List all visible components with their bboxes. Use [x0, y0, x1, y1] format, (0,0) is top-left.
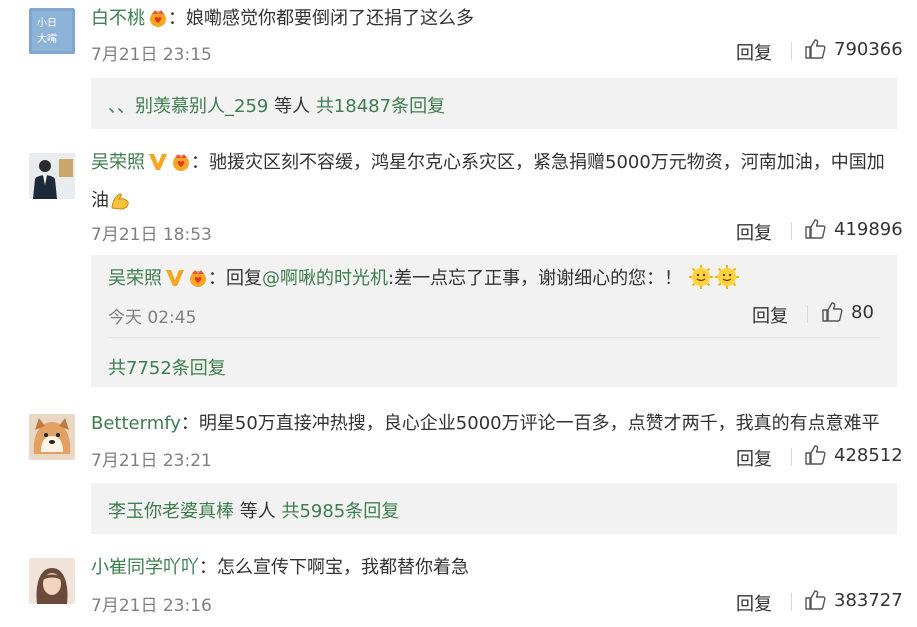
summary-mid: 等人	[268, 96, 316, 117]
thumbs-up-icon	[804, 444, 826, 466]
avatar-text-1: 小日	[37, 17, 57, 29]
like-count: 790366	[834, 38, 903, 60]
divider	[807, 305, 808, 323]
mention-link[interactable]: @啊啾的时光机	[262, 268, 388, 289]
reply-button[interactable]: 回复	[736, 590, 772, 616]
like-button[interactable]: 383727	[804, 589, 903, 611]
flexed-biceps-icon	[109, 190, 131, 224]
avatar[interactable]	[29, 558, 75, 604]
reply-button[interactable]: 回复	[736, 39, 772, 65]
comment-time: 7月21日 23:15	[91, 45, 212, 65]
summary-mid: 等人	[234, 501, 282, 522]
crown-heart-icon	[148, 6, 168, 40]
comment-body: 小崔同学吖吖：怎么宣传下啊宝，我都替你着急	[91, 557, 469, 578]
like-count: 428512	[834, 444, 903, 466]
summary-user[interactable]: 李玉你老婆真棒	[108, 501, 234, 522]
like-button[interactable]: 80	[821, 301, 874, 323]
divider	[791, 42, 792, 60]
username-link[interactable]: 小崔同学吖吖	[91, 557, 199, 578]
username-link[interactable]: 吴荣照	[108, 268, 162, 289]
crown-heart-icon	[188, 266, 208, 300]
reply-prefix: 回复	[226, 268, 262, 289]
divider	[791, 448, 792, 466]
summary-count[interactable]: 共5985条回复	[281, 501, 399, 522]
comment-time: 7月21日 23:21	[91, 451, 212, 471]
avatar-text-2: 大嘴	[37, 32, 57, 45]
avatar[interactable]	[29, 414, 75, 460]
comment-time: 7月21日 18:53	[91, 225, 212, 245]
username-link[interactable]: 白不桃	[91, 8, 145, 29]
comment-text: 怎么宣传下啊宝，我都替你着急	[217, 557, 469, 578]
sub-reply-body: 吴荣照 ：回复@啊啾的时光机:差一点忘了正事，谢谢细心的您：！	[108, 262, 888, 302]
like-button[interactable]: 419896	[804, 218, 903, 240]
divider	[791, 222, 792, 240]
reply-button[interactable]: 回复	[736, 445, 772, 471]
smile-emoji-icon	[714, 264, 740, 302]
panel-divider	[108, 337, 880, 338]
reply-summary[interactable]: 李玉你老婆真棒 等人 共5985条回复	[108, 497, 399, 523]
like-count: 419896	[834, 218, 903, 240]
reply-button[interactable]: 回复	[736, 219, 772, 245]
thumbs-up-icon	[804, 38, 826, 60]
avatar[interactable]: 小日 大嘴	[29, 8, 75, 54]
username-link[interactable]: Bettermfy	[91, 413, 181, 434]
thumbs-up-icon	[804, 218, 826, 240]
v-badge-icon	[148, 149, 168, 183]
reply-total-link[interactable]: 共7752条回复	[108, 354, 226, 380]
divider	[791, 593, 792, 611]
reply-button[interactable]: 回复	[752, 302, 788, 328]
sub-reply-time: 今天 02:45	[108, 308, 197, 328]
summary-count[interactable]: 共18487条回复	[316, 96, 445, 117]
comment-text: 驰援灾区刻不容缓，鸿星尔克心系灾区，紧急捐赠5000万元物资，河南加油，中国加油	[91, 152, 885, 211]
reply-summary[interactable]: 、、别羡慕别人_259 等人 共18487条回复	[108, 92, 445, 118]
like-count: 383727	[834, 589, 903, 611]
avatar[interactable]	[29, 153, 75, 199]
thumbs-up-icon	[821, 301, 843, 323]
comment-text: 明星50万直接冲热搜，良心企业5000万评论一百多，点赞才两千，我真的有点意难平	[198, 413, 880, 434]
like-button[interactable]: 790366	[804, 38, 903, 60]
v-badge-icon	[165, 265, 185, 299]
smile-emoji-icon	[688, 264, 714, 302]
sub-reply-text: :差一点忘了正事，谢谢细心的您：！	[388, 268, 683, 289]
like-count: 80	[851, 301, 874, 323]
username-link[interactable]: 吴荣照	[91, 152, 145, 173]
comment-body: Bettermfy：明星50万直接冲热搜，良心企业5000万评论一百多，点赞才两…	[91, 413, 880, 434]
like-button[interactable]: 428512	[804, 444, 903, 466]
crown-heart-icon	[171, 150, 191, 184]
thumbs-up-icon	[804, 589, 826, 611]
comment-text: 娘嘞感觉你都要倒闭了还捐了这么多	[186, 8, 474, 29]
comment-body: 吴荣照 ：驰援灾区刻不容缓，鸿星尔克心系灾区，紧急捐赠5000万元物资，河南加油…	[91, 146, 901, 224]
summary-user[interactable]: 、、别羡慕别人_259	[108, 96, 268, 117]
comment-body: 白不桃 ：娘嘞感觉你都要倒闭了还捐了这么多	[91, 2, 901, 40]
comment-time: 7月21日 23:16	[91, 596, 212, 616]
